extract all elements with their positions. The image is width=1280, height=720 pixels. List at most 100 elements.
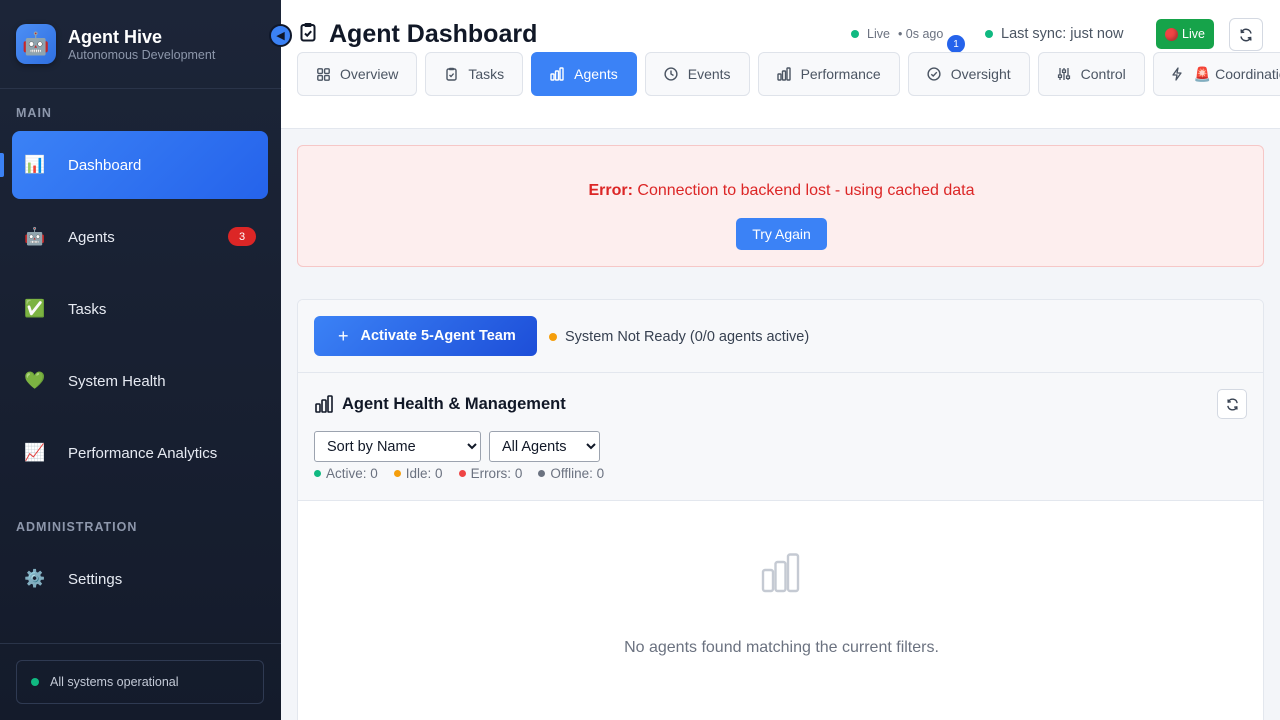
refresh-icon [1240, 28, 1252, 41]
section-label-administration: ADMINISTRATION [16, 520, 138, 534]
sidebar: 🤖 Agent Hive Autonomous Development MAIN… [0, 0, 281, 720]
agent-health-title: Agent Health & Management [342, 395, 566, 413]
status-dot-icon [31, 678, 39, 686]
grid-icon [316, 67, 330, 81]
tab-oversight[interactable]: Oversight [907, 52, 1030, 96]
tab-events[interactable]: Events [644, 52, 750, 96]
live-button-label: Live [1182, 27, 1205, 41]
tab-label: Tasks [468, 66, 505, 82]
notification-badge[interactable]: 1 [947, 35, 965, 53]
error-dot-icon [458, 470, 466, 477]
clipboard-icon [300, 22, 316, 48]
page-header: Agent Dashboard Live • 0s ago 1 Last syn… [281, 0, 1280, 129]
check-mark-icon: ✅ [24, 299, 46, 318]
sidebar-item-dashboard[interactable]: 📊 Dashboard [12, 131, 268, 199]
agent-stats-row: Active: 0 Idle: 0 Errors: 0 Offline: 0 [314, 466, 620, 481]
collapse-sidebar-button[interactable]: ◀ [269, 24, 292, 47]
plus-icon: + [338, 325, 349, 346]
sidebar-item-system-health[interactable]: 💚 System Health [12, 347, 268, 415]
system-readiness-status: System Not Ready (0/0 agents active) [549, 329, 809, 345]
readiness-text: System Not Ready (0/0 agents active) [565, 329, 810, 345]
bar-chart-icon: 📊 [24, 155, 46, 174]
sidebar-item-label: System Health [68, 372, 166, 390]
sync-dot-icon [985, 30, 993, 38]
stat-offline: Offline: 0 [538, 466, 604, 481]
bar-chart-icon [776, 67, 791, 81]
tab-label: Overview [340, 66, 399, 82]
activate-team-label: Activate 5-Agent Team [360, 328, 516, 344]
tab-performance[interactable]: Performance [757, 52, 900, 96]
stat-active: Active: 0 [314, 466, 378, 481]
warning-dot-icon [549, 333, 557, 341]
app-title: Agent Hive [68, 27, 163, 47]
sidebar-item-tasks[interactable]: ✅ Tasks [12, 275, 268, 343]
idle-dot-icon [393, 470, 401, 477]
tab-tasks[interactable]: Tasks [425, 52, 524, 96]
sidebar-item-label: Performance Analytics [68, 444, 218, 462]
tab-control[interactable]: Control [1037, 52, 1145, 96]
sidebar-divider [0, 643, 281, 644]
refresh-button[interactable] [1229, 18, 1263, 51]
activate-team-button[interactable]: + Activate 5-Agent Team [314, 316, 537, 356]
section-label-main: MAIN [16, 106, 52, 120]
empty-state-message: No agents found matching the current fil… [624, 639, 939, 656]
stat-idle: Idle: 0 [393, 466, 443, 481]
sidebar-item-performance-analytics[interactable]: 📈 Performance Analytics [12, 419, 268, 487]
green-heart-icon: 💚 [24, 371, 46, 390]
live-label: Live [867, 27, 890, 41]
clipboard-icon [444, 67, 458, 81]
stat-label: Idle: 0 [405, 466, 443, 481]
error-banner: Error: Connection to backend lost - usin… [297, 145, 1264, 267]
health-refresh-button[interactable] [1217, 389, 1247, 419]
page-title: Agent Dashboard [329, 20, 538, 48]
sidebar-item-agents[interactable]: 🤖 Agents 3 [12, 203, 268, 271]
tab-label: Oversight [950, 66, 1011, 82]
sidebar-item-label: Settings [68, 570, 123, 588]
sort-select[interactable]: Sort by Name [314, 431, 481, 462]
brand-header: 🤖 Agent Hive Autonomous Development [0, 0, 281, 89]
agent-team-bar: + Activate 5-Agent Team System Not Ready… [298, 300, 1263, 373]
sidebar-item-label: Agents [68, 228, 115, 246]
try-again-button[interactable]: Try Again [736, 218, 827, 250]
red-circle-icon [1165, 27, 1179, 41]
empty-state-chart-icon [761, 553, 801, 598]
stat-errors: Errors: 0 [458, 466, 523, 481]
tab-label: Agents [574, 66, 618, 82]
sidebar-item-label: Dashboard [68, 156, 142, 174]
live-indicator: Live • 0s ago [851, 27, 943, 41]
system-status-box: All systems operational [16, 660, 264, 704]
stat-label: Active: 0 [326, 466, 378, 481]
tab-overview[interactable]: Overview [297, 52, 418, 96]
sync-indicator: Last sync: just now [985, 26, 1124, 42]
tab-coordination[interactable]: 🚨 Coordination [1152, 52, 1280, 96]
offline-dot-icon [538, 470, 546, 477]
live-ago: • 0s ago [897, 27, 944, 41]
triangle-left-icon: ◀ [276, 30, 285, 42]
system-status-text: All systems operational [50, 675, 179, 689]
robot-icon: 🤖 [24, 227, 46, 246]
bar-chart-icon [550, 67, 564, 81]
clock-icon [664, 67, 678, 81]
sliders-icon [1057, 67, 1071, 81]
error-detail: Connection to backend lost - using cache… [637, 182, 975, 199]
gear-icon: ⚙️ [24, 569, 46, 588]
active-nav-marker [0, 153, 4, 177]
error-message: Error: Connection to backend lost - usin… [298, 182, 1265, 200]
tab-bar: Overview Tasks Agents Events Performance [297, 52, 1280, 97]
agent-health-header: Agent Health & Management Sort by Name A… [298, 373, 1263, 501]
active-dot-icon [314, 470, 321, 477]
agent-filter-select[interactable]: All Agents [489, 431, 600, 462]
trend-chart-icon: 📈 [24, 443, 46, 462]
check-circle-icon [927, 67, 941, 81]
refresh-icon [1226, 397, 1238, 411]
stat-label: Offline: 0 [550, 466, 605, 481]
live-toggle-button[interactable]: Live [1156, 19, 1214, 49]
tab-label: Control [1080, 66, 1126, 82]
sync-label: Last sync: just now [1001, 26, 1124, 42]
tab-label: Performance [800, 66, 881, 82]
error-prefix: Error: [588, 182, 633, 199]
tab-agents[interactable]: Agents [531, 52, 637, 96]
sidebar-item-label: Tasks [68, 300, 107, 318]
sidebar-item-settings[interactable]: ⚙️ Settings [12, 545, 268, 613]
stat-label: Errors: 0 [470, 466, 523, 481]
